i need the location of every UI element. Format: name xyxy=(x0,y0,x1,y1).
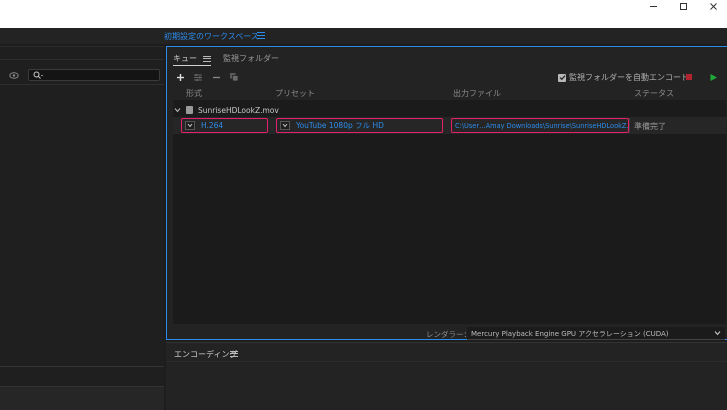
preset-settings-button[interactable] xyxy=(192,71,204,83)
visibility-icon[interactable] xyxy=(9,72,19,79)
workspace-menu-icon[interactable] xyxy=(256,30,266,40)
active-tab-indicator xyxy=(173,65,211,66)
video-file-icon xyxy=(186,106,193,114)
auto-encode-toggle[interactable]: 監視フォルダーを自動エンコード xyxy=(558,72,689,83)
start-queue-button[interactable] xyxy=(707,71,719,83)
stop-icon xyxy=(686,74,692,80)
column-header-status[interactable]: ステータス xyxy=(634,88,674,99)
column-header-format[interactable]: 形式 xyxy=(186,88,202,99)
output-file-link[interactable]: C:\User…Amay Downloads\Sunrise\SunriseHD… xyxy=(451,118,629,133)
duplicate-icon xyxy=(230,73,239,82)
minimize-icon xyxy=(649,5,657,7)
preset-chevron xyxy=(280,121,290,130)
queue-list: SunriseHDLookZ.mov H.264 YouTube 1080p フ… xyxy=(173,100,726,324)
workspace-title[interactable]: 初期設定のワークスペース xyxy=(164,31,259,42)
preset-value: YouTube 1080p フル HD xyxy=(296,121,384,130)
tab-queue[interactable]: キュー xyxy=(173,53,197,64)
queue-tabs: キュー 監視フォルダー xyxy=(173,51,285,65)
minimize-button[interactable] xyxy=(638,0,668,12)
encoding-menu-icon[interactable] xyxy=(230,349,238,357)
play-icon xyxy=(710,73,717,81)
workspace-bar: 初期設定のワークスペース xyxy=(0,28,727,44)
column-header-preset[interactable]: プリセット xyxy=(275,88,315,99)
left-bottom-panel xyxy=(0,386,164,410)
renderer-dropdown[interactable]: Mercury Playback Engine GPU アクセラレーション (C… xyxy=(467,327,725,340)
panel-divider xyxy=(0,84,164,85)
format-chevron xyxy=(185,121,195,130)
panel-divider xyxy=(166,361,727,362)
encoding-panel-title[interactable]: エンコーディング xyxy=(174,349,237,360)
auto-encode-label: 監視フォルダーを自動エンコード xyxy=(569,73,689,82)
add-source-button[interactable] xyxy=(174,71,186,83)
duplicate-button[interactable] xyxy=(228,71,240,83)
tab-watch-folders[interactable]: 監視フォルダー xyxy=(223,53,279,64)
stop-queue-button[interactable] xyxy=(683,71,695,83)
preset-browser-panel xyxy=(0,46,164,366)
close-button[interactable] xyxy=(698,0,727,12)
format-dropdown[interactable]: H.264 xyxy=(181,118,268,133)
maximize-button[interactable] xyxy=(668,0,698,12)
remove-button[interactable] xyxy=(210,71,222,83)
plus-icon xyxy=(176,73,184,81)
output-file-path[interactable]: C:\User…Amay Downloads\Sunrise\SunriseHD… xyxy=(455,122,628,130)
column-header-output[interactable]: 出力ファイル xyxy=(453,88,501,99)
queue-panel: キュー 監視フォルダー 監視フォルダーを自動エンコード 形式 プリセット 出力フ… xyxy=(166,46,727,340)
renderer-label: レンダラー： xyxy=(426,330,471,339)
source-file-name: SunriseHDLookZ.mov xyxy=(198,105,279,115)
chevron-down-icon xyxy=(187,123,193,128)
preset-dropdown[interactable]: YouTube 1080p フル HD xyxy=(276,118,443,133)
window-titlebar xyxy=(0,0,727,28)
status-value: 準備完了 xyxy=(634,122,666,131)
search-icon xyxy=(33,71,43,79)
queue-column-headers: 形式 プリセット 出力ファイル ステータス xyxy=(173,88,726,99)
renderer-bar: レンダラー： Mercury Playback Engine GPU アクセラレ… xyxy=(167,327,726,341)
minus-icon xyxy=(212,76,220,78)
format-value: H.264 xyxy=(201,121,224,130)
renderer-value: Mercury Playback Engine GPU アクセラレーション (C… xyxy=(471,330,669,338)
chevron-down-icon xyxy=(282,123,288,128)
chevron-down-icon xyxy=(714,331,721,336)
preset-search-input[interactable] xyxy=(28,69,160,81)
checkmark-icon xyxy=(559,75,565,81)
queue-menu-icon[interactable] xyxy=(203,54,211,62)
close-icon xyxy=(709,2,717,10)
panel-divider xyxy=(0,59,164,60)
chevron-down-icon[interactable] xyxy=(174,107,181,113)
source-file-row[interactable]: SunriseHDLookZ.mov xyxy=(173,104,726,116)
sliders-icon xyxy=(194,73,202,81)
queue-toolbar: 監視フォルダーを自動エンコード xyxy=(167,69,726,85)
auto-encode-checkbox[interactable] xyxy=(558,73,566,82)
queue-item-row[interactable]: H.264 YouTube 1080p フル HD C:\User…Amay D… xyxy=(173,117,726,134)
encoding-panel: エンコーディング xyxy=(166,342,727,410)
maximize-icon xyxy=(679,2,687,10)
